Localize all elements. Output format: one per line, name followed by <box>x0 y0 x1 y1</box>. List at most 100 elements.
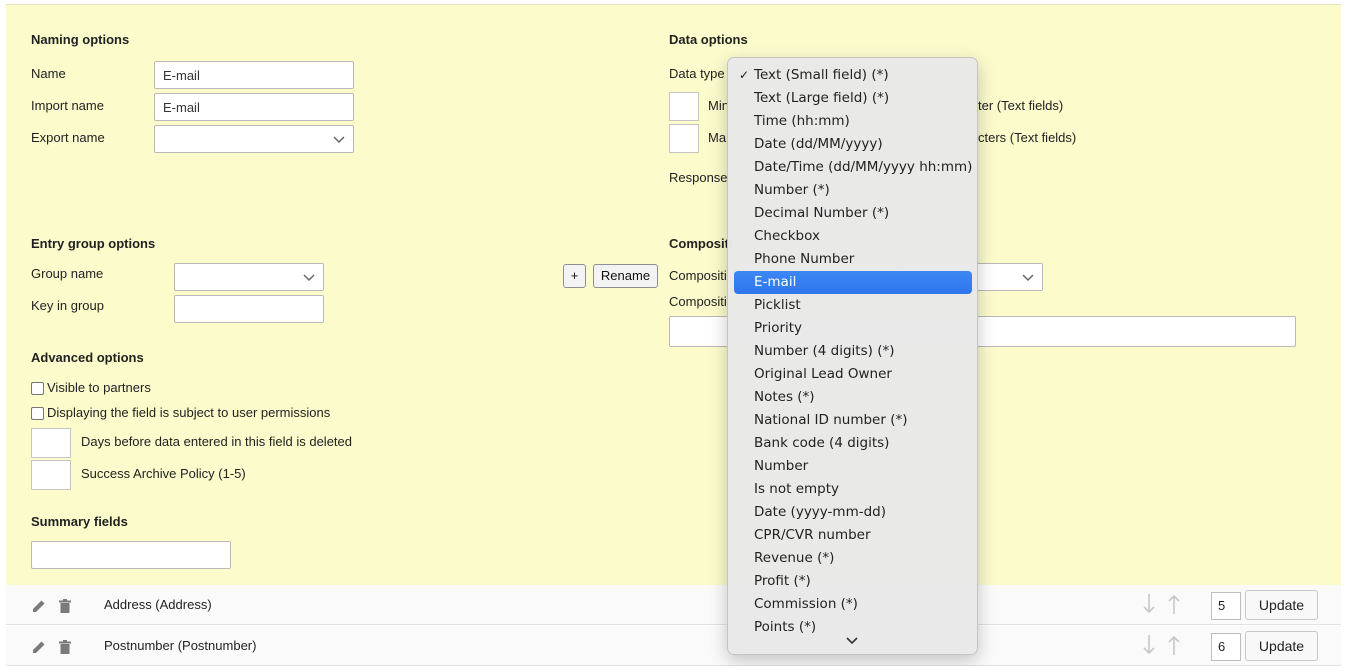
add-group-button[interactable]: + <box>563 264 586 288</box>
dropdown-option[interactable]: CPR/CVR number <box>734 524 972 547</box>
dropdown-option-label: Date (yyyy-mm-dd) <box>754 504 886 520</box>
dropdown-option-label: Time (hh:mm) <box>754 113 850 129</box>
dropdown-option[interactable]: ✓ Text (Small field) (*) <box>734 64 972 87</box>
dropdown-option[interactable]: National ID number (*) <box>734 409 972 432</box>
name-label: Name <box>31 66 66 81</box>
dropdown-option-label: Phone Number <box>754 251 855 267</box>
position-input[interactable]: 5 <box>1211 592 1241 620</box>
data-options-heading: Data options <box>669 32 748 47</box>
visible-to-partners-label: Visible to partners <box>47 380 151 395</box>
rename-button[interactable]: Rename <box>593 264 658 288</box>
dropdown-option[interactable]: Phone Number <box>734 248 972 271</box>
dropdown-option[interactable]: Date (yyyy-mm-dd) <box>734 501 972 524</box>
pencil-icon[interactable] <box>32 640 46 654</box>
dropdown-option[interactable]: Number (*) <box>734 179 972 202</box>
dropdown-option-label: Picklist <box>754 297 801 313</box>
summary-fields-input[interactable] <box>31 541 231 569</box>
data-type-dropdown[interactable]: ✓ Text (Small field) (*) Text (Large field… <box>727 57 978 655</box>
response-label: Response <box>669 170 728 185</box>
import-name-input[interactable] <box>154 93 354 121</box>
key-in-group-input[interactable] <box>174 295 324 323</box>
dropdown-option[interactable]: Is not empty <box>734 478 972 501</box>
chevron-down-icon <box>333 136 345 144</box>
dropdown-option[interactable]: Notes (*) <box>734 386 972 409</box>
summary-fields-heading: Summary fields <box>31 514 128 529</box>
dropdown-option-label: Points (*) <box>754 619 817 635</box>
days-before-delete-label: Days before data entered in this field i… <box>81 434 353 449</box>
name-input[interactable] <box>154 61 354 89</box>
composite-heading: Compositi <box>669 236 733 251</box>
dropdown-option-label: Bank code (4 digits) <box>754 435 890 451</box>
arrow-up-icon[interactable] <box>1168 594 1180 614</box>
dropdown-option-label: Is not empty <box>754 481 840 497</box>
min-length-input[interactable] <box>669 92 699 121</box>
dropdown-option[interactable]: Number <box>734 455 972 478</box>
dropdown-option-label: Profit (*) <box>754 573 811 589</box>
dropdown-option-label: Number <box>754 458 809 474</box>
composite-label-2: Compositi <box>669 294 727 309</box>
visible-to-partners-checkbox[interactable] <box>31 382 44 395</box>
key-in-group-label: Key in group <box>31 298 104 313</box>
dropdown-option-label: Priority <box>754 320 803 336</box>
dropdown-option-label: Revenue (*) <box>754 550 835 566</box>
dropdown-option-label: Text (Small field) (*) <box>754 67 889 83</box>
update-button[interactable]: Update <box>1245 631 1318 661</box>
dropdown-option[interactable]: Bank code (4 digits) <box>734 432 972 455</box>
table-row[interactable]: Address (Address) 5 Update <box>6 585 1341 625</box>
user-permissions-checkbox[interactable] <box>31 407 44 420</box>
dropdown-option-label: Notes (*) <box>754 389 815 405</box>
dropdown-option[interactable]: Revenue (*) <box>734 547 972 570</box>
dropdown-option[interactable]: Number (4 digits) (*) <box>734 340 972 363</box>
composite-label-1: Compositi <box>669 268 727 283</box>
max-length-input[interactable] <box>669 124 699 153</box>
group-name-select[interactable] <box>174 263 324 291</box>
dropdown-option-label: Checkbox <box>754 228 820 244</box>
dropdown-option[interactable]: Date (dd/MM/yyyy) <box>734 133 972 156</box>
trash-icon[interactable] <box>59 640 71 654</box>
arrow-up-icon[interactable] <box>1168 635 1180 655</box>
dropdown-option-label: Number (*) <box>754 182 830 198</box>
dropdown-option-label: Date/Time (dd/MM/yyyy hh:mm) <box>754 159 973 175</box>
dropdown-option[interactable]: Checkbox <box>734 225 972 248</box>
dropdown-option-label: Decimal Number (*) <box>754 205 890 221</box>
export-name-select[interactable] <box>154 125 354 153</box>
advanced-options-heading: Advanced options <box>31 350 144 365</box>
days-before-delete-input[interactable] <box>31 428 71 458</box>
checkmark-icon: ✓ <box>739 68 750 82</box>
trash-icon[interactable] <box>59 599 71 613</box>
arrow-down-icon[interactable] <box>1143 635 1155 655</box>
success-archive-label: Success Archive Policy (1-5) <box>81 466 246 481</box>
min-length-label-suffix: ter (Text fields) <box>978 98 1064 113</box>
dropdown-option[interactable]: Time (hh:mm) <box>734 110 972 133</box>
dropdown-option[interactable]: Decimal Number (*) <box>734 202 972 225</box>
max-length-label-suffix: cters (Text fields) <box>978 130 1077 145</box>
position-input[interactable]: 6 <box>1211 633 1241 661</box>
dropdown-option[interactable]: E-mail <box>734 271 972 294</box>
dropdown-option[interactable]: Original Lead Owner <box>734 363 972 386</box>
max-length-label: Ma <box>708 130 727 145</box>
table-row[interactable]: Postnumber (Postnumber) 6 Update <box>6 626 1341 666</box>
dropdown-option[interactable]: Priority <box>734 317 972 340</box>
entry-group-heading: Entry group options <box>31 236 156 251</box>
success-archive-input[interactable] <box>31 460 71 490</box>
dropdown-option[interactable]: Profit (*) <box>734 570 972 593</box>
import-name-label: Import name <box>31 98 104 113</box>
dropdown-option[interactable]: Commission (*) <box>734 593 972 616</box>
export-name-label: Export name <box>31 130 105 145</box>
chevron-down-icon <box>1022 274 1034 282</box>
user-permissions-label: Displaying the field is subject to user … <box>47 405 331 420</box>
dropdown-option[interactable]: Picklist <box>734 294 972 317</box>
dropdown-option-label: Date (dd/MM/yyyy) <box>754 136 883 152</box>
chevron-down-icon <box>303 274 315 282</box>
data-type-label: Data type <box>669 66 725 81</box>
pencil-icon[interactable] <box>32 599 46 613</box>
dropdown-option[interactable]: Text (Large field) (*) <box>734 87 972 110</box>
chevron-down-icon[interactable] <box>846 636 858 646</box>
update-button[interactable]: Update <box>1245 590 1318 620</box>
dropdown-option[interactable]: Date/Time (dd/MM/yyyy hh:mm) <box>734 156 972 179</box>
arrow-down-icon[interactable] <box>1143 594 1155 614</box>
naming-options-heading: Naming options <box>31 32 130 47</box>
dropdown-option-label: Number (4 digits) (*) <box>754 343 895 359</box>
dropdown-option-label: Original Lead Owner <box>754 366 892 382</box>
min-length-label: Min <box>708 98 729 113</box>
